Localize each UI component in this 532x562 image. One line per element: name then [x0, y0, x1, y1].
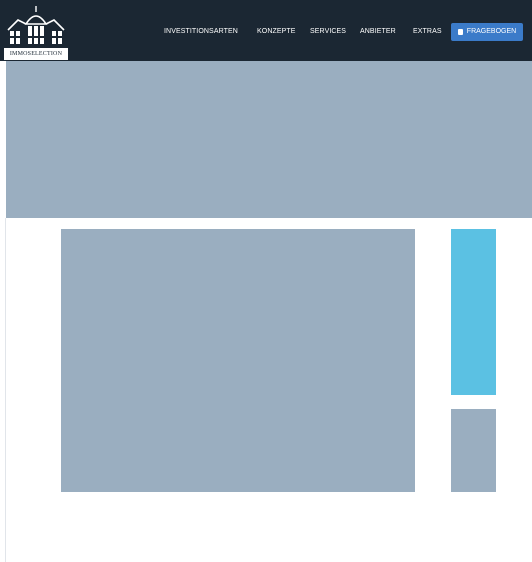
hero-image-placeholder [6, 61, 532, 218]
page-edge-divider [5, 218, 6, 562]
nav-item-investitionsarten[interactable]: INVESTITIONSARTEN [164, 27, 238, 36]
document-icon [457, 29, 463, 35]
nav-item-konzepte[interactable]: KONZEPTE [257, 27, 296, 36]
content-image-placeholder [61, 229, 415, 492]
sidebar-image-placeholder [451, 409, 496, 492]
sidebar-banner[interactable] [451, 229, 496, 395]
nav-item-anbieter[interactable]: ANBIETER [360, 27, 396, 36]
fragebogen-button-label: FRAGEBOGEN [466, 28, 517, 35]
fragebogen-button[interactable]: FRAGEBOGEN [451, 23, 523, 41]
site-header: IMMOSELECTION INVESTITIONSARTEN KONZEPTE… [0, 0, 532, 61]
nav-item-extras[interactable]: EXTRAS [413, 27, 442, 36]
nav-item-services[interactable]: SERVICES [310, 27, 346, 36]
